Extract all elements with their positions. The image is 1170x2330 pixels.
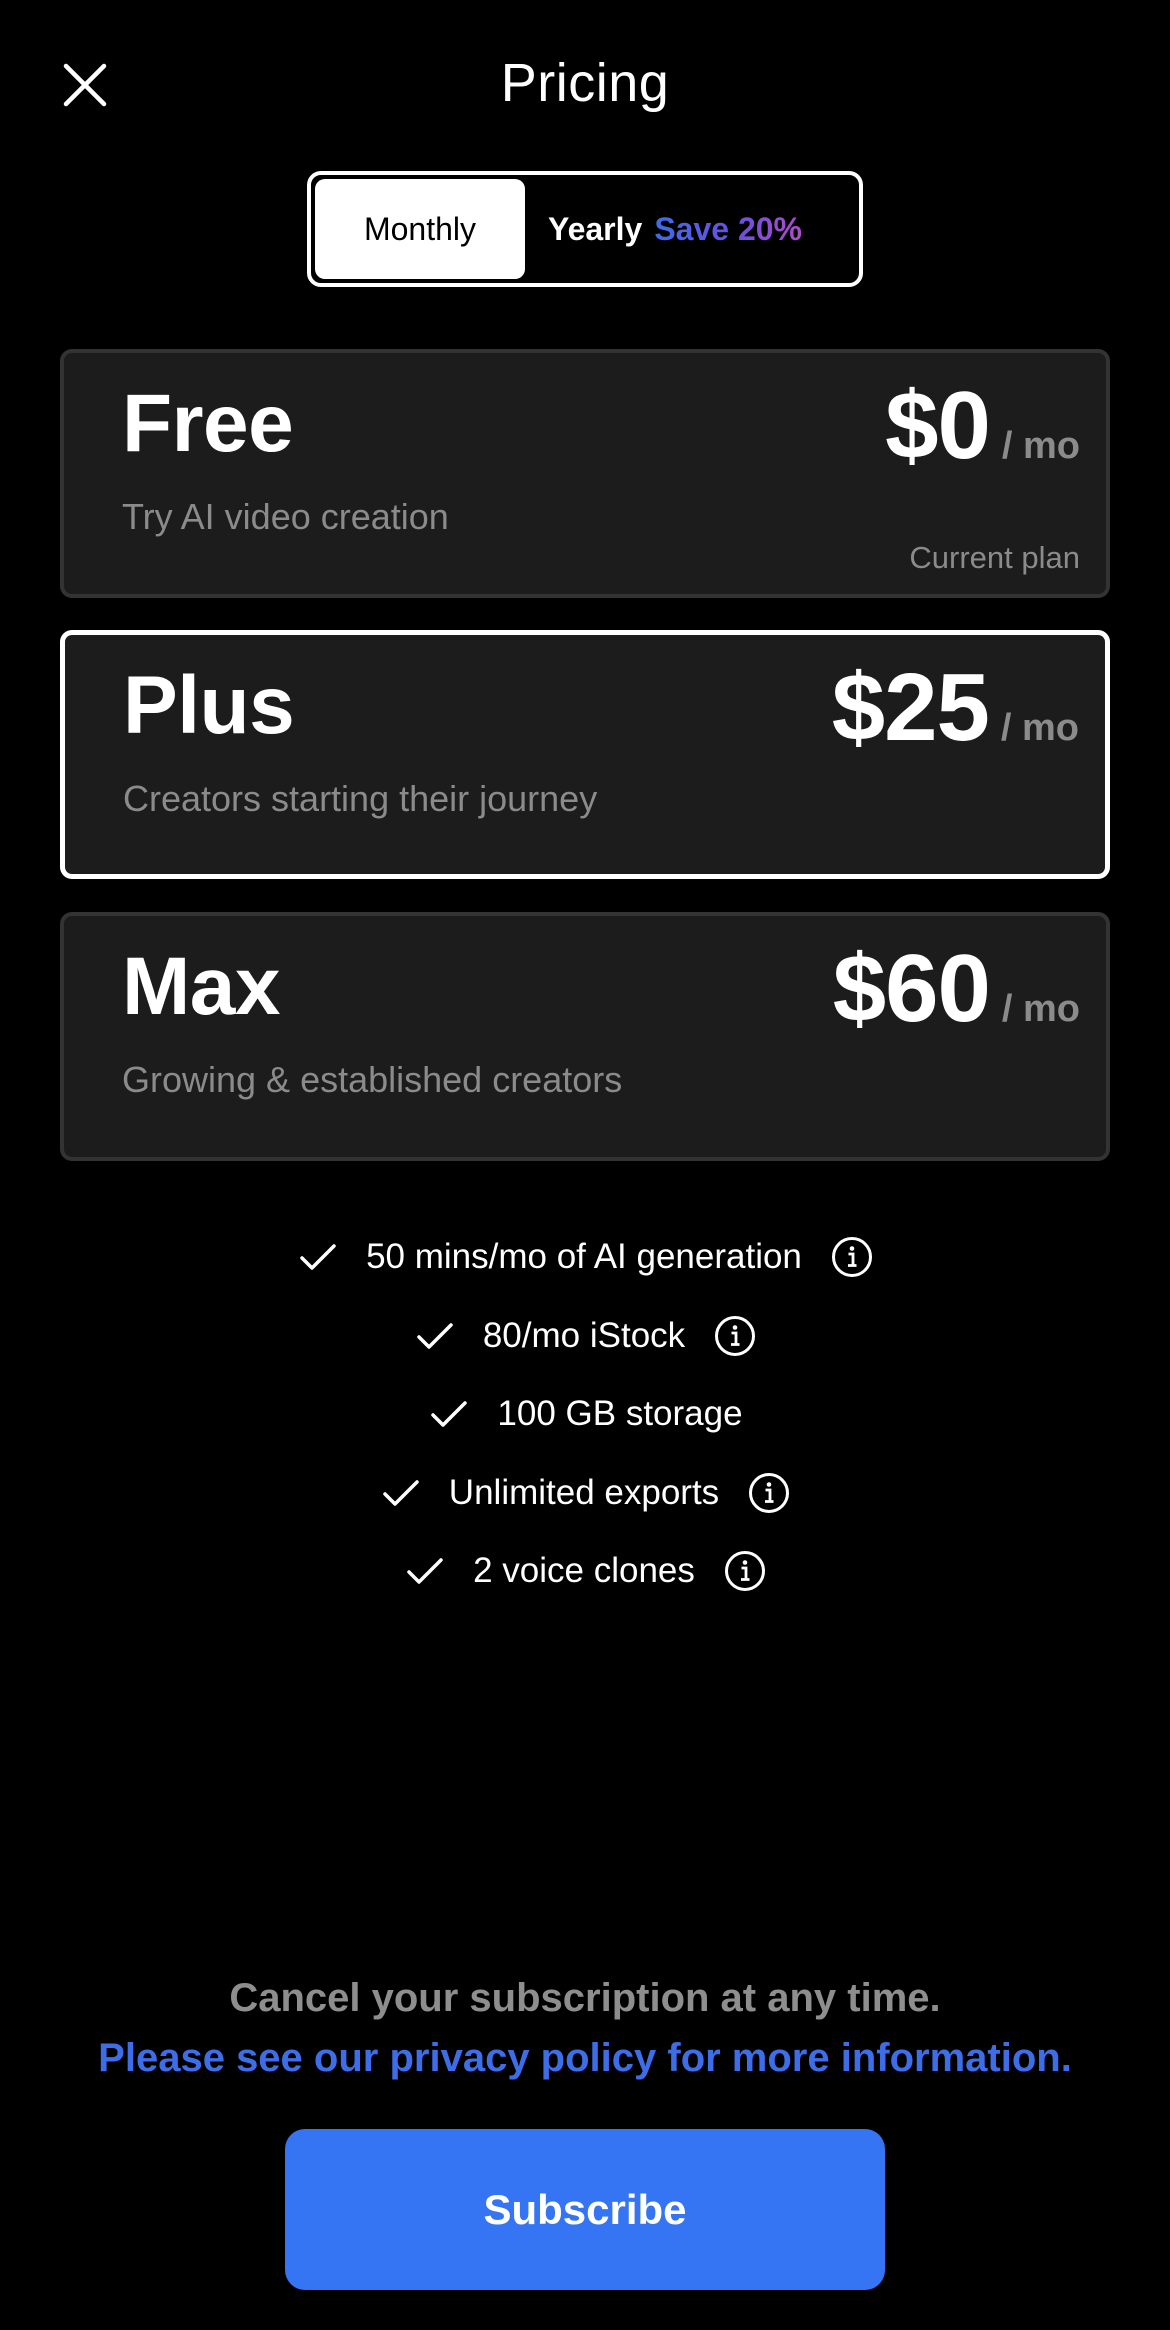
- plan-card-plus[interactable]: Plus Creators starting their journey $25…: [60, 630, 1110, 879]
- feature-item: Unlimited exports: [0, 1454, 1170, 1533]
- price-amount: $25: [831, 654, 990, 761]
- billing-period-toggle: Monthly Yearly Save 20%: [307, 171, 863, 287]
- check-icon: [431, 1401, 468, 1427]
- feature-item: 50 mins/mo of AI generation: [0, 1218, 1170, 1297]
- info-icon[interactable]: [713, 1314, 757, 1358]
- plan-card-free[interactable]: Free Try AI video creation $0 / mo Curre…: [60, 349, 1110, 598]
- toggle-monthly[interactable]: Monthly: [315, 179, 525, 279]
- price-amount: $60: [832, 935, 991, 1042]
- plan-price: $25 / mo: [832, 655, 1079, 761]
- plan-card-max[interactable]: Max Growing & established creators $60 /…: [60, 912, 1110, 1161]
- cancel-note: Cancel your subscription at any time.: [229, 1976, 941, 2020]
- yearly-label: Yearly: [548, 210, 643, 247]
- price-unit: / mo: [1001, 425, 1080, 467]
- info-icon[interactable]: [723, 1549, 767, 1593]
- monthly-label: Monthly: [363, 210, 477, 247]
- check-icon: [383, 1480, 419, 1506]
- plan-name: Plus: [123, 660, 295, 751]
- plan-name: Free: [122, 378, 294, 469]
- check-icon: [300, 1244, 336, 1270]
- info-icon[interactable]: [830, 1235, 874, 1279]
- feature-text: 2 voice clones: [473, 1551, 695, 1591]
- plan-name: Max: [122, 941, 281, 1032]
- info-icon[interactable]: [747, 1471, 791, 1515]
- plan-price: $60 / mo: [833, 936, 1080, 1042]
- plan-description: Growing & established creators: [122, 1059, 623, 1100]
- feature-item: 100 GB storage: [0, 1375, 1170, 1454]
- plan-description: Creators starting their journey: [123, 778, 598, 819]
- check-icon: [417, 1323, 453, 1349]
- feature-item: 80/mo iStock: [0, 1297, 1170, 1376]
- plan-description: Try AI video creation: [122, 496, 449, 537]
- privacy-policy-link[interactable]: Please see our privacy policy for more i…: [0, 2036, 1170, 2081]
- feature-list: 50 mins/mo of AI generation 80/mo iStock…: [0, 1218, 1170, 1611]
- feature-text: 100 GB storage: [497, 1394, 743, 1434]
- price-unit: / mo: [1001, 988, 1080, 1030]
- feature-text: Unlimited exports: [448, 1472, 720, 1512]
- feature-text: 50 mins/mo of AI generation: [366, 1237, 802, 1277]
- page-title: Pricing: [500, 53, 670, 113]
- current-plan-badge: Current plan: [909, 540, 1080, 575]
- save-badge: Save 20%: [654, 210, 802, 247]
- subscribe-button[interactable]: Subscribe: [285, 2129, 885, 2290]
- feature-text: 80/mo iStock: [482, 1315, 686, 1355]
- price-amount: $0: [885, 372, 991, 479]
- toggle-yearly[interactable]: Yearly Save 20%: [536, 179, 851, 279]
- check-icon: [407, 1558, 443, 1584]
- feature-item: 2 voice clones: [0, 1532, 1170, 1611]
- price-unit: / mo: [1000, 707, 1079, 749]
- plan-price: $0 / mo: [885, 373, 1080, 479]
